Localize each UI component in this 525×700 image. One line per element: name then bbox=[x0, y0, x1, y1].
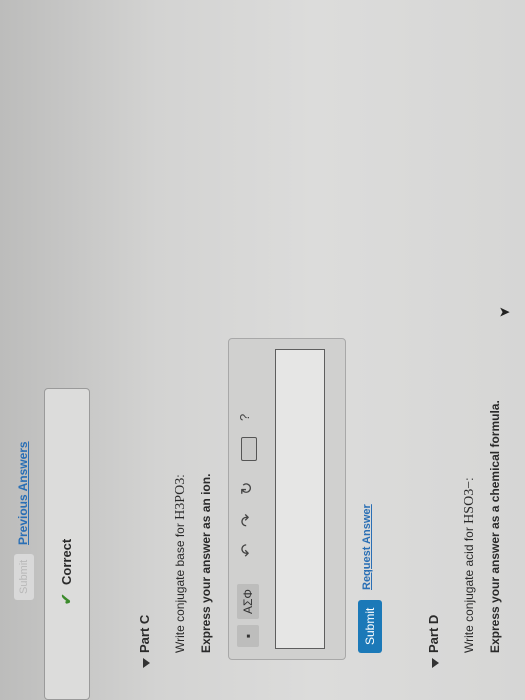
part-c-prompt: Write conjugate base for H3PO3: bbox=[173, 474, 189, 653]
part-d-formula: HSO3− bbox=[462, 480, 477, 524]
part-d-prompt-text: Write conjugate acid for bbox=[462, 523, 476, 653]
correct-label: Correct bbox=[59, 538, 74, 585]
collapse-triangle-icon[interactable] bbox=[143, 658, 150, 668]
part-c-prompt-text: Write conjugate base for bbox=[173, 519, 187, 653]
part-d-prompt-colon: : bbox=[462, 477, 476, 481]
help-button[interactable]: ? bbox=[237, 414, 252, 421]
greek-symbols-button[interactable]: ΑΣΦ bbox=[237, 584, 259, 619]
redo-icon[interactable]: ↷ bbox=[237, 514, 257, 527]
undo-icon[interactable]: ↶ bbox=[237, 544, 257, 557]
template-icon[interactable]: ▪ bbox=[237, 625, 259, 647]
part-c-submit-button[interactable]: Submit bbox=[358, 599, 382, 653]
check-icon: ✔ bbox=[58, 593, 74, 605]
part-c-formula: H3PO3 bbox=[173, 477, 188, 520]
answer-input[interactable] bbox=[275, 349, 325, 649]
answer-panel: ▪ ΑΣΦ ↶ ↷ ↻ ? bbox=[228, 338, 346, 660]
part-c-prompt-colon: : bbox=[173, 474, 187, 478]
correct-feedback-box: ✔ Correct bbox=[44, 388, 90, 700]
part-c-title: Part C bbox=[137, 614, 152, 653]
part-c-instruction: Express your answer as an ion. bbox=[199, 473, 213, 653]
previous-submit-button: Submit bbox=[14, 553, 34, 600]
rotated-screen: Submit Previous Answers ✔ Correct Part C… bbox=[0, 0, 525, 700]
part-d-instruction: Express your answer as a chemical formul… bbox=[488, 400, 502, 653]
part-d-prompt: Write conjugate acid for HSO3−: bbox=[462, 478, 478, 653]
cursor-icon: ➤ bbox=[498, 303, 511, 320]
keyboard-icon[interactable] bbox=[241, 437, 257, 461]
request-answer-link[interactable]: Request Answer bbox=[361, 504, 373, 590]
previous-answers-link[interactable]: Previous Answers bbox=[16, 441, 30, 545]
collapse-triangle-icon-d[interactable] bbox=[432, 658, 439, 668]
reset-icon[interactable]: ↻ bbox=[237, 482, 257, 495]
part-d-title: Part D bbox=[426, 614, 441, 653]
